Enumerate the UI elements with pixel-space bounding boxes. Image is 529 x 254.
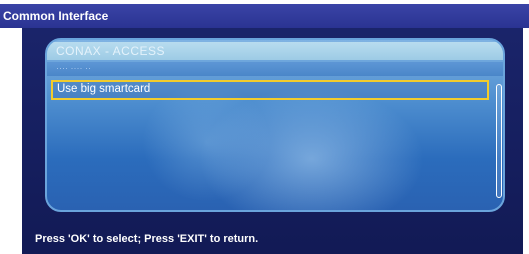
menu-item-use-big-smartcard[interactable]: Use big smartcard <box>51 80 489 100</box>
footer-hint: Press 'OK' to select; Press 'EXIT' to re… <box>35 233 259 245</box>
menu-panel: CONAX - ACCESS ···· ···· ·· Use big smar… <box>45 38 505 212</box>
footer-bar: Press 'OK' to select; Press 'EXIT' to re… <box>22 232 523 252</box>
tv-screen: Common Interface CONAX - ACCESS ···· ···… <box>0 0 529 254</box>
menu-item-label: Use big smartcard <box>57 83 151 95</box>
title-bar: Common Interface <box>0 4 529 28</box>
panel-title: CONAX - ACCESS <box>56 44 166 58</box>
panel-subheader: ···· ···· ·· <box>47 62 503 76</box>
panel-header: CONAX - ACCESS <box>47 42 503 60</box>
panel-subtitle: ···· ···· ·· <box>56 63 91 73</box>
screen-edge <box>523 28 529 254</box>
scrollbar[interactable] <box>496 84 502 198</box>
window-title: Common Interface <box>3 9 109 23</box>
